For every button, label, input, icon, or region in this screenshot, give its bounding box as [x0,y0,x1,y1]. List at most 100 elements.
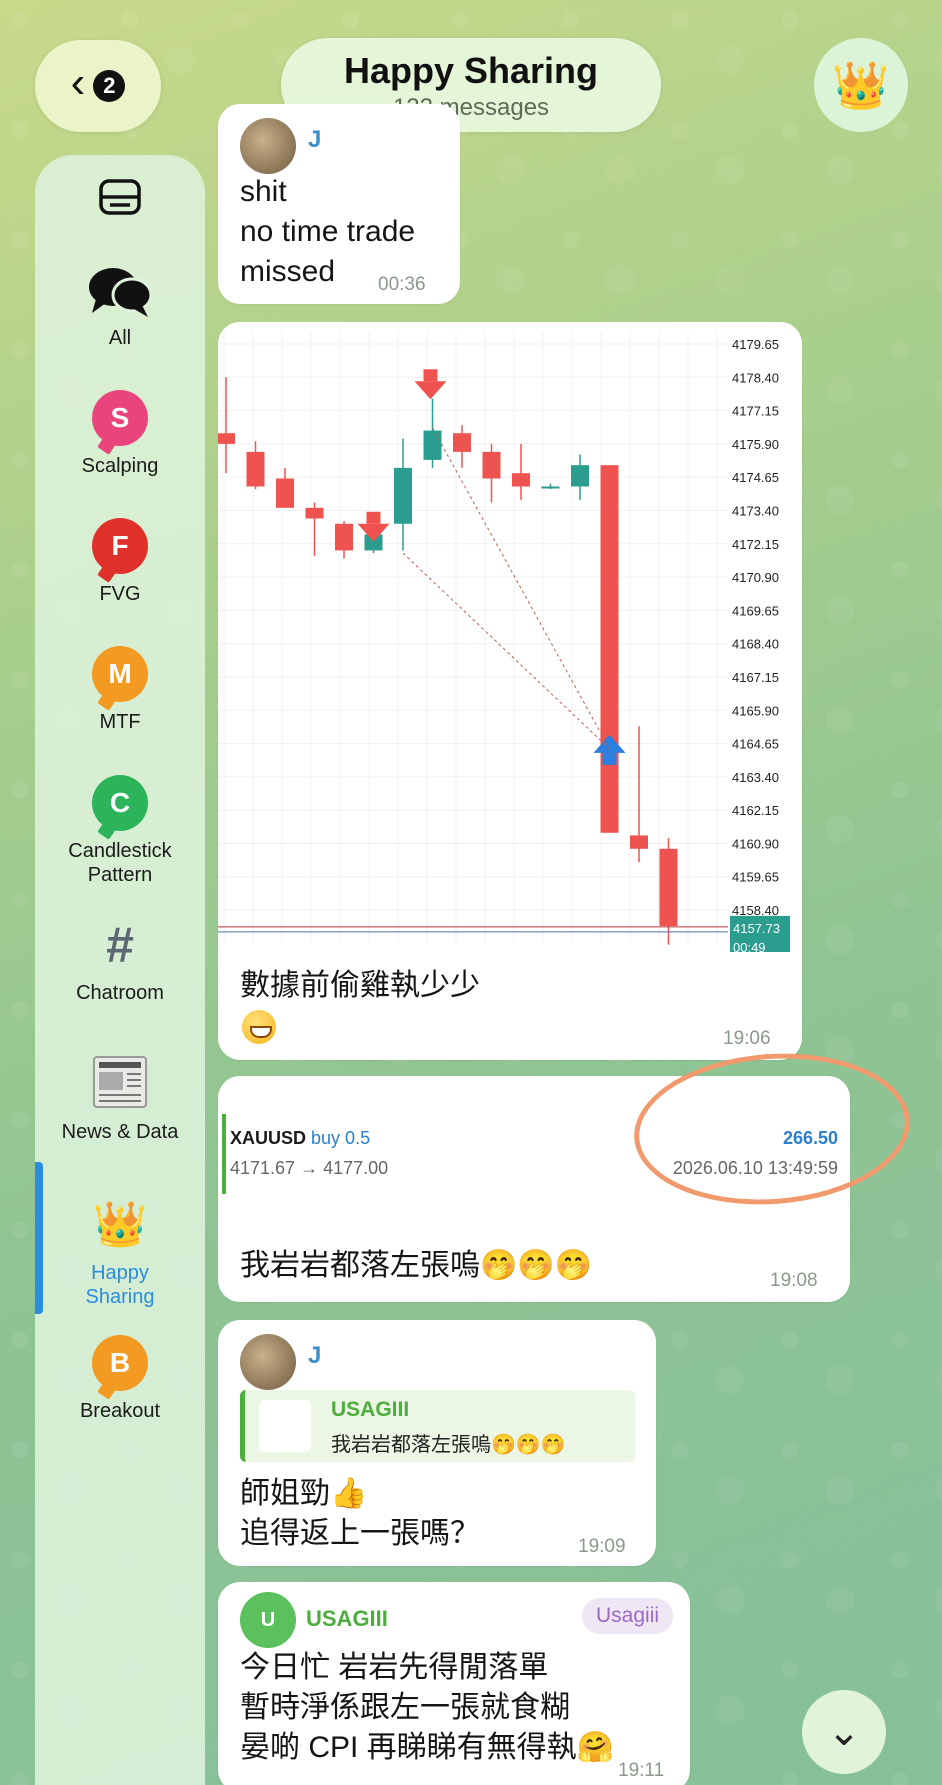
candle-body [659,848,678,927]
candle-body [394,467,412,524]
trade-side: buy 0.5 [311,1128,371,1148]
message-line: shit [240,175,287,208]
sidebar-item-label: Chatroom [76,982,164,1004]
candle-timer-label: 00:49 [733,940,766,952]
sidebar-item-label: Happy Sharing [85,1262,155,1308]
folder-b-icon: B [92,1335,148,1391]
y-tick-label: 4158.40 [732,903,779,918]
message-time: 19:08 [770,1270,818,1291]
grin-emoji-icon [242,1010,276,1044]
y-tick-label: 4175.90 [732,437,779,452]
active-folder-indicator [35,1162,43,1314]
sidebar-item-all[interactable]: All [35,263,205,350]
sell-arrow-stem [423,369,438,382]
trade-symbol: XAUUSD [230,1128,307,1148]
sidebar-item-label: Scalping [81,455,159,477]
sender-name[interactable]: USAGIII [306,1606,388,1632]
message-time: 19:09 [578,1536,626,1557]
sell-arrow-stem [366,511,381,524]
folder-c-icon: C [92,775,148,831]
y-tick-label: 4174.65 [732,470,779,485]
reply-sender: USAGIII [331,1398,410,1421]
candle-body [218,433,235,444]
reply-quote[interactable]: USAGIII 我岩岩都落左張嗚🤭🤭🤭 [240,1390,635,1462]
sidebar-item-label: News & Data [61,1121,179,1143]
candle-body [246,451,265,487]
sidebar-item-happy-sharing[interactable]: 👑 Happy Sharing [35,1195,205,1309]
folder-f-icon: F [92,518,148,574]
sidebar-item-scalping[interactable]: S Scalping [35,390,205,478]
y-tick-label: 4159.65 [732,870,779,885]
candle-body [482,451,501,479]
message-time: 00:36 [378,274,426,295]
trade-prices: 4171.67 → 4177.00 [230,1158,389,1178]
candle-body [512,473,530,487]
sidebar-item-mtf[interactable]: M MTF [35,646,205,734]
chevron-left-icon: ‹ [70,58,86,107]
trade-link-line [402,552,610,750]
y-tick-label: 4163.40 [732,770,779,785]
reply-thumbnail [259,1400,311,1452]
message-line: 追得返上一張嗎？ [240,1517,480,1550]
sidebar-item-inbox[interactable] [35,177,205,222]
sell-arrow [414,381,447,400]
folder-sidebar: All S Scalping F FVG M MTF C Candlestick… [35,155,205,1785]
avatar[interactable]: U [240,1592,296,1648]
y-tick-label: 4172.15 [732,537,779,552]
inbox-icon [99,179,141,215]
message-line: 晏啲 CPI 再睇睇有無得執🤗 [240,1731,615,1764]
back-button[interactable]: ‹ 2 [35,40,161,132]
avatar[interactable] [240,118,296,174]
sender-name[interactable]: J [308,126,321,154]
candle-body [600,465,619,833]
y-tick-label: 4160.90 [732,836,779,851]
current-price-label: 4157.73 [733,921,780,936]
sidebar-item-label: Candlestick Pattern [68,840,172,886]
sidebar-item-label: MTF [99,711,141,733]
y-tick-label: 4169.65 [732,603,779,618]
crown-icon[interactable]: 👑 [814,38,908,132]
message-line: 我岩岩都落左張嗚🤭🤭🤭 [240,1249,593,1282]
sidebar-item-breakout[interactable]: B Breakout [35,1335,205,1423]
candle-body [630,835,648,849]
folder-s-icon: S [92,390,148,446]
message-time: 19:06 [723,1028,771,1049]
candle-body [305,507,324,519]
sidebar-item-label: All [108,327,132,349]
sidebar-item-candlestick-pattern[interactable]: C Candlestick Pattern [35,775,205,887]
chat-bubbles-icon [89,268,153,317]
candle-body [541,486,560,489]
sell-arrow [357,523,390,542]
reply-text: 我岩岩都落左張嗚🤭🤭🤭 [331,1434,566,1456]
trade-accent-bar [222,1114,226,1194]
message-time: 19:11 [618,1760,665,1781]
y-tick-label: 4170.90 [732,570,779,585]
y-tick-label: 4165.90 [732,703,779,718]
y-tick-label: 4173.40 [732,503,779,518]
newspaper-icon [93,1056,147,1108]
y-tick-label: 4162.15 [732,803,779,818]
sidebar-item-label: Breakout [79,1400,161,1422]
buy-arrow-stem [602,752,617,765]
chevron-down-icon: ⌄ [827,1710,861,1754]
chart-image[interactable]: 4179.65 4178.40 4177.15 4175.90 4174.65 4173.… [218,322,802,952]
candle-body [335,523,353,551]
sidebar-item-chatroom[interactable]: # Chatroom [35,915,205,1005]
sender-name[interactable]: J [308,1342,321,1370]
unread-badge: 2 [93,70,126,102]
sidebar-item-news-data[interactable]: News & Data [35,1055,205,1144]
avatar[interactable] [240,1334,296,1390]
message-line: 今日忙 岩岩先得閒落單 [240,1651,549,1684]
message-line: 暫時淨係跟左一張就食糊 [240,1691,570,1724]
hashtag-icon: # [106,917,134,973]
y-tick-label: 4177.15 [732,404,779,419]
sidebar-item-fvg[interactable]: F FVG [35,518,205,606]
scroll-down-button[interactable]: ⌄ [802,1690,886,1774]
folder-m-icon: M [92,646,148,702]
image-caption: 數據前偷雞執少少 [240,969,480,1002]
y-tick-label: 4164.65 [732,737,779,752]
candlestick-chart: 4179.65 4178.40 4177.15 4175.90 4174.65 4173.… [218,332,790,952]
message-bubble[interactable]: J shit no time trade missed 00:36 [218,104,460,304]
y-tick-label: 4168.40 [732,637,779,652]
crown-icon: 👑 [92,1200,148,1249]
